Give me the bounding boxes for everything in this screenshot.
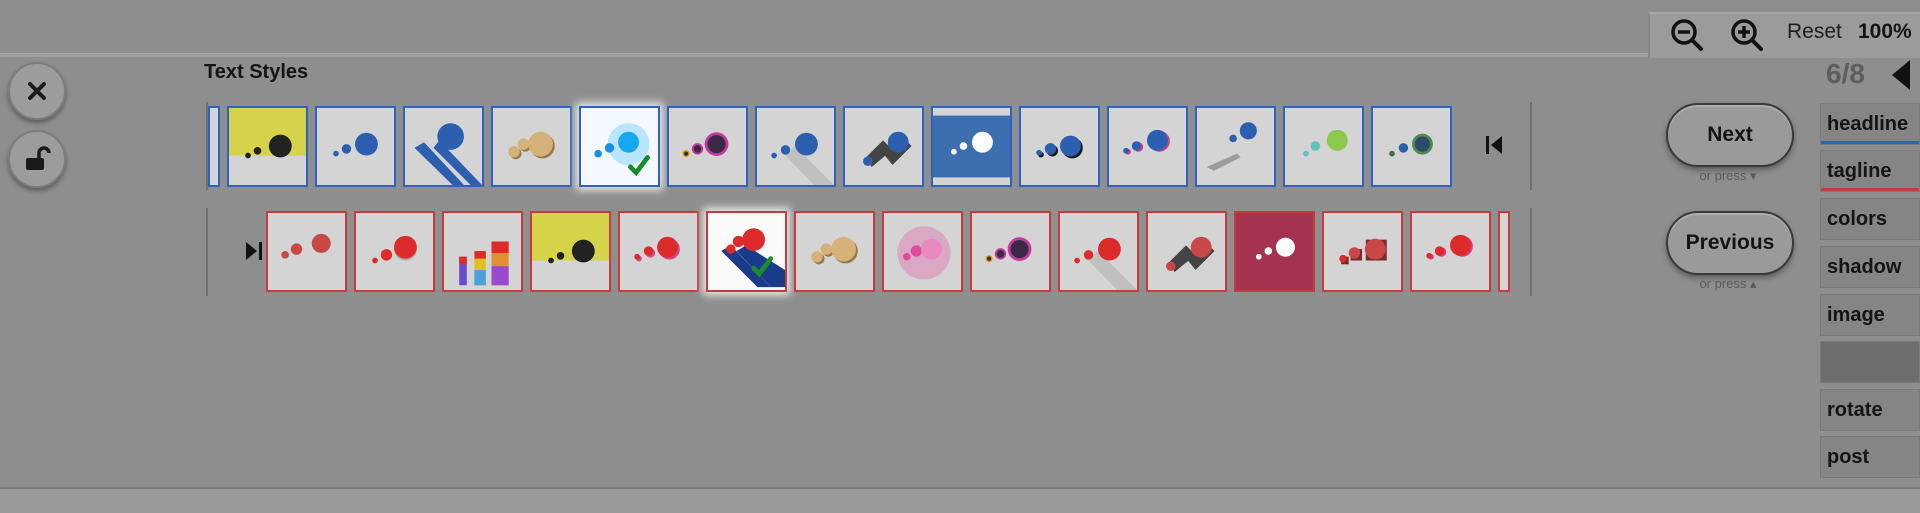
style-tile[interactable] [970,211,1051,292]
style-tile[interactable] [843,106,924,187]
menu-item-accent [1821,188,1919,191]
collapse-arrow-icon[interactable] [1892,60,1910,90]
style-tile[interactable] [354,211,435,292]
style-tile[interactable] [1107,106,1188,187]
lock-button[interactable] [8,130,66,188]
style-tile[interactable] [1283,106,1364,187]
top-divider [0,53,1650,57]
style-tile[interactable] [1058,211,1139,292]
previous-hint: or press ▴ [1699,276,1757,291]
menu-item-colors[interactable]: colors [1820,198,1920,240]
menu-item-image[interactable]: image [1820,294,1920,336]
menu-item-label: shadow [1827,255,1902,278]
style-tile[interactable] [227,106,308,187]
style-tile[interactable] [931,106,1012,187]
style-tile[interactable] [1019,106,1100,187]
page-total: 8 [1849,58,1865,89]
next-hint: or press ▾ [1699,168,1757,183]
style-tile[interactable] [1234,211,1315,292]
skip-to-start-icon[interactable] [1484,134,1504,156]
menu-item-label: post [1827,445,1870,468]
next-button[interactable]: Next [1666,103,1794,167]
menu-item-headline[interactable]: headline [1820,103,1920,145]
style-tile[interactable] [618,211,699,292]
style-tile-partial[interactable] [1498,211,1510,292]
previous-button[interactable]: Previous [1666,211,1794,275]
style-tile-selected[interactable] [706,211,787,292]
zoom-out-icon[interactable] [1670,18,1704,52]
skip-to-end-icon[interactable] [244,240,264,262]
style-tile[interactable] [794,211,875,292]
unlocked-padlock-icon [26,146,51,170]
page-current: 6 [1826,58,1842,89]
menu-item-shadow[interactable]: shadow [1820,246,1920,288]
style-tile[interactable] [442,211,523,292]
headline-style-row [208,106,1452,187]
menu-item-post[interactable]: post [1820,436,1920,478]
close-button[interactable] [8,62,66,120]
strip-right-rule [1530,102,1532,190]
style-tile[interactable] [1371,106,1452,187]
menu-item-label: tagline [1827,159,1892,182]
style-tile[interactable] [530,211,611,292]
reset-zoom-button[interactable]: Reset [1787,20,1842,44]
style-tile[interactable] [755,106,836,187]
menu-item-rotate[interactable]: rotate [1820,389,1920,431]
bottom-bar [0,487,1920,513]
style-tile[interactable] [667,106,748,187]
strip-right-rule [1530,208,1532,296]
menu-item-accent [1821,141,1919,144]
style-tile[interactable] [491,106,572,187]
style-tile[interactable] [1322,211,1403,292]
menu-item-label: rotate [1827,398,1883,421]
style-tile[interactable] [1410,211,1491,292]
menu-item-blank[interactable] [1820,341,1920,383]
zoom-in-icon[interactable] [1730,18,1764,52]
style-tile-partial[interactable] [208,106,220,187]
menu-item-label: headline [1827,112,1909,135]
style-tile[interactable] [1146,211,1227,292]
menu-item-tagline[interactable]: tagline [1820,150,1920,192]
close-icon [28,82,46,100]
menu-item-label: image [1827,303,1885,326]
tagline-style-row [266,211,1510,292]
style-tile[interactable] [315,106,396,187]
style-tile[interactable] [882,211,963,292]
page-counter: 6/8 [1826,58,1865,90]
section-title: Text Styles [204,61,309,83]
menu-item-label: colors [1827,207,1888,230]
style-tile[interactable] [266,211,347,292]
zoom-level: 100% [1858,20,1912,43]
strip-left-rule [206,208,208,296]
style-tile[interactable] [403,106,484,187]
style-tile[interactable] [1195,106,1276,187]
style-tile-selected[interactable] [579,106,660,187]
